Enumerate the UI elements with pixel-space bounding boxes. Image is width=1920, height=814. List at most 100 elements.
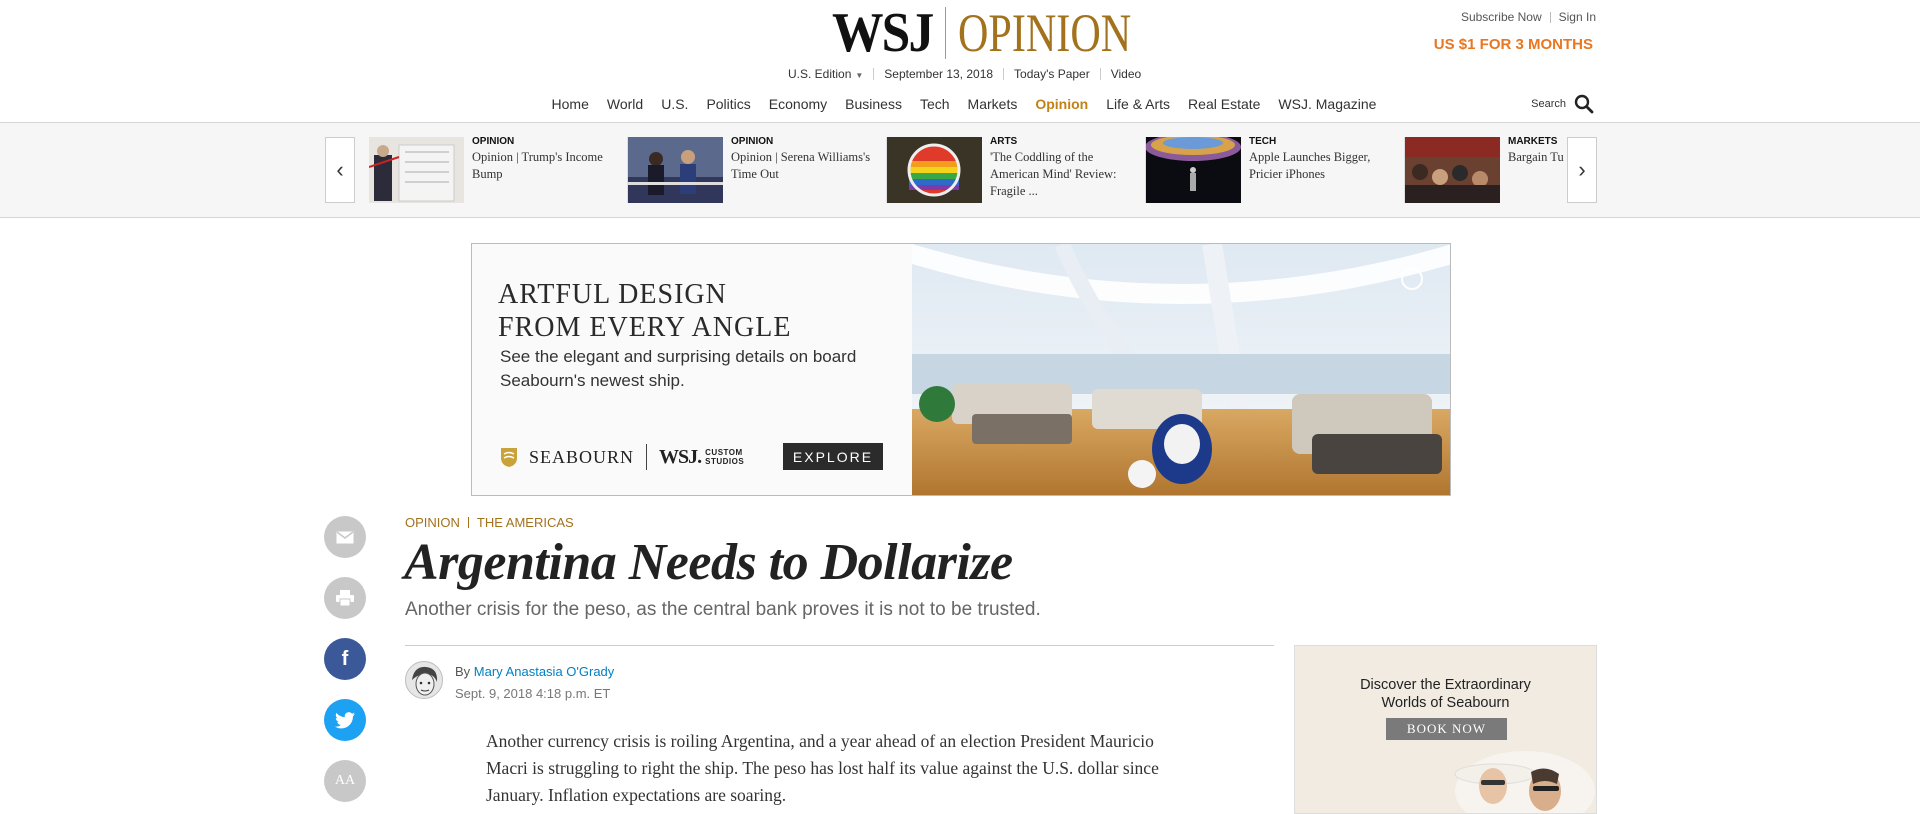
masthead: WSJ OPINION U.S. Edition ▼ September 13, … <box>0 0 1920 123</box>
wsj-opinion-logo[interactable]: WSJ OPINION <box>832 5 1180 61</box>
carousel-title: 'The Coddling of the American Mind' Revi… <box>990 150 1117 198</box>
article-headline: Argentina Needs to Dollarize <box>404 534 1013 591</box>
search-button[interactable]: Search <box>1531 94 1594 114</box>
font-size-icon: AA <box>334 773 356 788</box>
sign-in-link[interactable]: Sign In <box>1559 10 1596 24</box>
seabourn-ad-banner[interactable]: ARTFUL DESIGN FROM EVERY ANGLE See the e… <box>471 243 1451 496</box>
article-timestamp: Sept. 9, 2018 4:18 p.m. ET <box>455 686 611 701</box>
nav-item-home[interactable]: Home <box>543 94 598 114</box>
twitter-share-button[interactable] <box>324 699 366 741</box>
carousel-card[interactable]: ARTS 'The Coddling of the American Mind'… <box>887 137 1146 203</box>
twitter-icon <box>335 711 355 728</box>
caret-down-icon: ▼ <box>855 71 864 80</box>
carousel-next-button[interactable]: › <box>1567 137 1597 203</box>
carousel-prev-button[interactable]: ‹ <box>325 137 355 203</box>
nav-item-world[interactable]: World <box>598 94 652 114</box>
byline-text: By Mary Anastasia O'Grady Sept. 9, 2018 … <box>455 661 614 705</box>
nav-item-us[interactable]: U.S. <box>652 94 697 114</box>
todays-paper-link[interactable]: Today's Paper <box>1014 67 1090 81</box>
byline-by: By <box>455 664 471 679</box>
carousel-thumbnail <box>628 137 723 203</box>
carousel-card[interactable]: OPINION Opinion | Serena Williams's Time… <box>628 137 887 203</box>
video-link[interactable]: Video <box>1111 67 1141 81</box>
ad-text-panel: ARTFUL DESIGN FROM EVERY ANGLE See the e… <box>472 244 912 495</box>
article-dek: Another crisis for the peso, as the cent… <box>405 599 1041 620</box>
author-avatar <box>405 661 443 699</box>
nav-item-opinion[interactable]: Opinion <box>1026 94 1097 114</box>
carousel-title: Opinion | Serena Williams's Time Out <box>731 150 871 181</box>
nav-item-wsj-magazine[interactable]: WSJ. Magazine <box>1269 94 1385 114</box>
ad-headline-line: ARTFUL DESIGN <box>498 279 727 310</box>
flag-subsection-link[interactable]: THE AMERICAS <box>477 515 574 530</box>
ad-studios-label: STUDIOS <box>705 457 745 466</box>
subscribe-link[interactable]: Subscribe Now <box>1461 10 1542 24</box>
carousel-card[interactable]: TECH Apple Launches Bigger, Pricier iPho… <box>1146 137 1405 203</box>
carousel-thumbnail <box>1146 137 1241 203</box>
font-size-button[interactable]: AA <box>324 760 366 802</box>
chevron-left-icon: ‹ <box>336 157 344 182</box>
side-ad-line: Worlds of Seabourn <box>1381 695 1510 711</box>
divider <box>467 517 469 528</box>
printer-icon <box>336 590 354 606</box>
envelope-icon <box>336 530 354 543</box>
ad-custom-studios: CUSTOM STUDIOS <box>705 448 744 466</box>
explore-button[interactable]: EXPLORE <box>783 443 883 470</box>
nav-item-tech[interactable]: Tech <box>911 94 959 114</box>
carousel-thumbnail <box>1405 137 1500 203</box>
author-link[interactable]: Mary Anastasia O'Grady <box>474 664 614 679</box>
facebook-share-button[interactable]: f <box>324 638 366 680</box>
print-button[interactable] <box>324 577 366 619</box>
nav-item-politics[interactable]: Politics <box>697 94 759 114</box>
ad-headline: ARTFUL DESIGN FROM EVERY ANGLE <box>498 278 791 344</box>
article-flag: OPINION THE AMERICAS <box>405 515 574 530</box>
byline: By Mary Anastasia O'Grady Sept. 9, 2018 … <box>405 661 614 705</box>
divider <box>1003 68 1005 80</box>
seabourn-side-ad[interactable]: Discover the Extraordinary Worlds of Sea… <box>1294 645 1597 814</box>
ad-brand-lockup: SEABOURN WSJ. CUSTOM STUDIOS <box>499 444 744 470</box>
divider <box>873 68 875 80</box>
book-now-button[interactable]: BOOK NOW <box>1386 718 1507 740</box>
nav-item-markets[interactable]: Markets <box>959 94 1027 114</box>
carousel-track: OPINION Opinion | Trump's Income Bump OP… <box>369 137 1564 203</box>
carousel-thumbnail <box>887 137 982 203</box>
carousel-card[interactable]: MARKETS Bargain Turkey, Struggle <box>1405 137 1564 203</box>
nav-item-life-arts[interactable]: Life & Arts <box>1097 94 1179 114</box>
headline-carousel: ‹ OPINION Opinion | Trump's Income Bump … <box>0 123 1920 218</box>
edition-bar: U.S. Edition ▼ September 13, 2018 Today's… <box>788 66 1141 82</box>
share-rail: f AA <box>324 516 366 814</box>
ad-subtext: See the elegant and surprising details o… <box>500 347 857 390</box>
search-label: Search <box>1531 98 1566 110</box>
edition-selector[interactable]: U.S. Edition ▼ <box>788 67 863 81</box>
main-nav: Home World U.S. Politics Economy Busines… <box>0 94 1920 114</box>
carousel-title: Bargain Turkey, Struggle <box>1508 150 1564 164</box>
carousel-thumbnail <box>369 137 464 203</box>
edition-label: U.S. Edition <box>788 67 852 81</box>
search-icon <box>1574 94 1594 114</box>
ad-brand-name: SEABOURN <box>529 446 635 467</box>
account-links: Subscribe Now Sign In <box>1461 10 1596 24</box>
divider <box>646 444 648 470</box>
carousel-category: ARTS <box>990 137 1018 147</box>
carousel-title: Apple Launches Bigger, Pricier iPhones <box>1249 150 1371 181</box>
ad-custom-label: CUSTOM <box>705 448 743 457</box>
divider <box>1549 11 1551 23</box>
flag-section-link[interactable]: OPINION <box>405 515 460 530</box>
article-body-paragraph: Another currency crisis is roiling Argen… <box>486 731 1159 805</box>
side-ad-text: Discover the Extraordinary Worlds of Sea… <box>1295 676 1596 712</box>
ad-wsj-logo: WSJ. <box>659 445 702 468</box>
facebook-icon: f <box>341 647 349 670</box>
chevron-right-icon: › <box>1578 157 1586 182</box>
email-share-button[interactable] <box>324 516 366 558</box>
carousel-card[interactable]: OPINION Opinion | Trump's Income Bump <box>369 137 628 203</box>
subscription-promo-link[interactable]: US $1 FOR 3 MONTHS <box>1434 36 1593 53</box>
ad-ship-deck-image <box>912 244 1450 495</box>
nav-item-business[interactable]: Business <box>836 94 911 114</box>
seabourn-crest-icon <box>501 448 517 467</box>
nav-item-real-estate[interactable]: Real Estate <box>1179 94 1269 114</box>
carousel-category: OPINION <box>472 137 515 147</box>
nav-item-economy[interactable]: Economy <box>760 94 836 114</box>
current-date: September 13, 2018 <box>884 67 994 81</box>
divider <box>405 645 1274 646</box>
carousel-category: OPINION <box>731 137 774 147</box>
carousel-category: TECH <box>1249 137 1277 147</box>
